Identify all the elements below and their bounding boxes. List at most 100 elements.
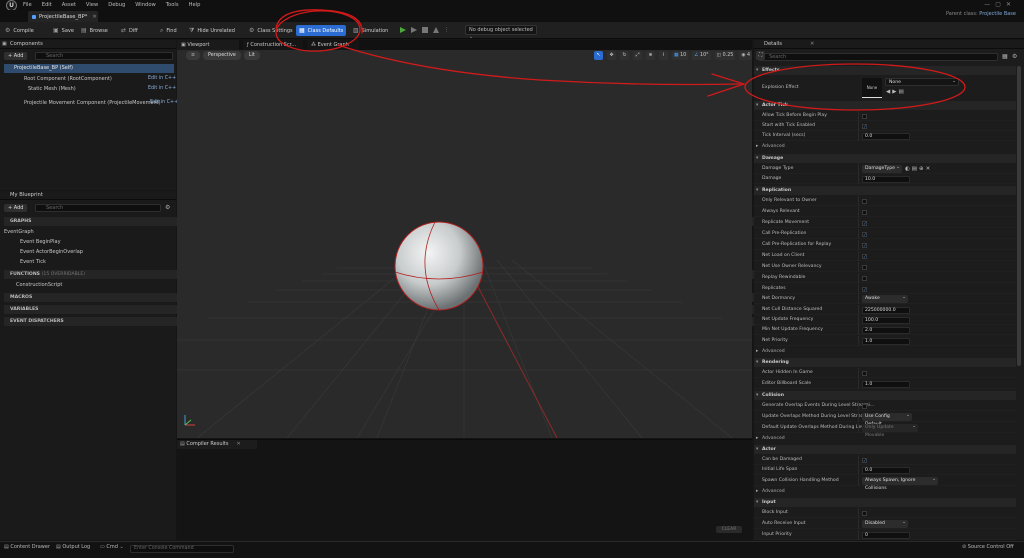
compile-button[interactable]: ⚙ Compile	[2, 25, 37, 36]
gear-icon[interactable]: ⚙	[1012, 53, 1017, 60]
damage-input[interactable]: 10.0	[862, 175, 910, 183]
actor-advanced[interactable]: Advanced	[754, 487, 1016, 496]
grid-snap-button[interactable]: ▦ 10	[672, 51, 689, 60]
blueprint-add-button[interactable]: + Add	[4, 204, 28, 212]
play-icon[interactable]	[400, 27, 406, 33]
damage-section[interactable]: Damage	[754, 154, 1016, 163]
output-log-button[interactable]: ▤ Output Log	[56, 543, 90, 552]
block-input-checkbox[interactable]	[862, 510, 867, 516]
generate-overlap-checkbox[interactable]	[862, 403, 867, 409]
menu-debug[interactable]: Debug	[108, 2, 125, 8]
menu-window[interactable]: Window	[135, 2, 155, 8]
viewport-menu-icon[interactable]: ≡	[186, 51, 201, 60]
billboard-scale-input[interactable]: 1.0	[862, 380, 910, 388]
compiler-results-tab[interactable]: ▤ Compiler Results ✕	[177, 440, 257, 449]
close-tab-icon[interactable]: ✕	[236, 441, 240, 447]
edit-in-cpp-link[interactable]: Edit in C++	[150, 100, 178, 105]
components-add-button[interactable]: + Add	[4, 52, 28, 60]
step-icon[interactable]	[411, 27, 417, 33]
angle-snap-button[interactable]: ∠ 10°	[692, 51, 711, 60]
tab-event-graph[interactable]: ⁂ Event Graph	[307, 40, 359, 50]
hide-unrelated-button[interactable]: ⧩ Hide Unrelated	[186, 25, 238, 36]
menu-help[interactable]: Help	[189, 2, 201, 8]
always-relevant-checkbox[interactable]	[862, 209, 867, 215]
save-button[interactable]: ▣ Save	[50, 25, 77, 36]
scale-snap-button[interactable]: ◫ 0.25	[714, 51, 736, 60]
call-pre-replication-checkbox[interactable]	[862, 231, 867, 241]
menu-edit[interactable]: Edit	[42, 2, 52, 8]
class-settings-button[interactable]: ⚙ Class Settings	[246, 25, 296, 36]
edit-in-cpp-link[interactable]: Edit in C++	[148, 76, 176, 81]
tab-construction-script[interactable]: ƒ Construction Scr...	[243, 40, 303, 50]
menu-file[interactable]: File	[23, 2, 32, 8]
allow-tick-before-begin-play-checkbox[interactable]	[862, 113, 867, 119]
move-tool-icon[interactable]: ✥	[607, 51, 616, 60]
event-graph-item[interactable]: EventGraph	[4, 229, 34, 235]
menu-view[interactable]: View	[86, 2, 98, 8]
net-dormancy-select[interactable]: Awake	[862, 294, 908, 303]
clear-button[interactable]: CLEAR	[716, 526, 742, 533]
content-drawer-button[interactable]: ▤ Content Drawer	[4, 543, 50, 552]
event-tick-item[interactable]: Event Tick	[20, 259, 46, 265]
component-projectile-movement[interactable]: Projectile Movement Component (Projectil…	[24, 100, 161, 106]
stop-icon[interactable]	[422, 27, 428, 33]
debug-object-select[interactable]: No debug object selected ⌄	[465, 25, 537, 40]
update-overlaps-select[interactable]: Use Config Default	[862, 412, 912, 427]
viewport-canvas[interactable]	[177, 40, 752, 438]
actor-tick-section[interactable]: Actor Tick	[754, 101, 1016, 110]
close-tab-icon[interactable]: ✕	[810, 41, 814, 47]
event-actor-begin-overlap-item[interactable]: Event ActorBeginOverlap	[20, 249, 83, 255]
explosion-effect-select[interactable]: None	[885, 78, 959, 86]
asset-thumbnail[interactable]: None	[862, 78, 882, 98]
event-begin-play-item[interactable]: Event BeginPlay	[20, 239, 61, 245]
tick-interval-input[interactable]: 0.0	[862, 132, 910, 140]
edit-in-cpp-link[interactable]: Edit in C++	[148, 86, 176, 91]
camera-speed-button[interactable]: ◉ 4	[739, 51, 753, 60]
document-tab[interactable]: ProjectileBase_BP* ✕	[28, 11, 98, 22]
menu-asset[interactable]: Asset	[62, 2, 76, 8]
net-cull-distance-input[interactable]: 225000000.0	[862, 306, 910, 314]
surface-snap-icon[interactable]: ⌇	[659, 51, 668, 60]
simulation-button[interactable]: ▧ Simulation	[350, 25, 391, 36]
find-button[interactable]: ⌕ Find	[157, 25, 180, 36]
damage-type-select[interactable]: DamageType	[862, 164, 902, 173]
tab-viewport[interactable]: ▣ Viewport	[177, 40, 239, 50]
only-relevant-to-owner-checkbox[interactable]	[862, 198, 867, 204]
component-static-mesh[interactable]: Static Mesh (Mesh)	[28, 86, 76, 92]
replicates-checkbox[interactable]	[862, 286, 867, 296]
class-picker-icons[interactable]: ◐▤⊕✕	[905, 164, 932, 174]
maximize-viewport-icon[interactable]: ⛶	[756, 51, 766, 60]
source-control-button[interactable]: ⊘ Source Control Off	[962, 543, 1014, 552]
input-priority-input[interactable]: 0	[862, 531, 910, 539]
browse-button[interactable]: ▤ Browse	[78, 25, 111, 36]
actor-section[interactable]: Actor	[754, 445, 1016, 454]
gear-icon[interactable]: ⚙	[165, 204, 170, 211]
actor-hidden-checkbox[interactable]	[862, 370, 867, 376]
collision-section[interactable]: Collision	[754, 391, 1016, 400]
component-root-component[interactable]: Root Component (RootComponent)	[24, 76, 112, 82]
perspective-button[interactable]: Perspective	[203, 51, 241, 60]
min-net-update-frequency-input[interactable]: 2.0	[862, 326, 910, 334]
rotate-tool-icon[interactable]: ↻	[620, 51, 629, 60]
console-command-input[interactable]: Enter Console Command	[130, 545, 234, 553]
details-scrollbar[interactable]	[1017, 66, 1021, 366]
rendering-section[interactable]: Rendering	[754, 358, 1016, 367]
select-tool-icon[interactable]: ↖	[594, 51, 603, 60]
can-be-damaged-checkbox[interactable]	[862, 457, 867, 467]
class-defaults-button[interactable]: ▦ Class Defaults	[296, 25, 347, 36]
window-controls[interactable]: —▢✕	[984, 1, 1016, 8]
menu-tools[interactable]: Tools	[166, 2, 179, 8]
view-options-icon[interactable]: ▦	[1002, 53, 1008, 60]
component-root-item[interactable]: ProjectileBase_BP (Self)	[4, 64, 174, 73]
replication-advanced[interactable]: Advanced	[754, 347, 1016, 356]
net-load-on-client-checkbox[interactable]	[862, 253, 867, 263]
unreal-logo-icon[interactable]: U	[6, 0, 17, 11]
diff-button[interactable]: ⇄ Diff	[118, 25, 141, 36]
components-search-input[interactable]: Search	[35, 52, 173, 60]
effects-section[interactable]: Effects	[754, 66, 1016, 75]
world-space-icon[interactable]: ⊕	[646, 51, 655, 60]
eject-icon[interactable]	[433, 27, 439, 33]
input-section[interactable]: Input	[754, 498, 1016, 507]
blueprint-search-input[interactable]: Search	[35, 204, 161, 212]
cmd-selector[interactable]: ▭ Cmd ⌄	[100, 543, 124, 552]
